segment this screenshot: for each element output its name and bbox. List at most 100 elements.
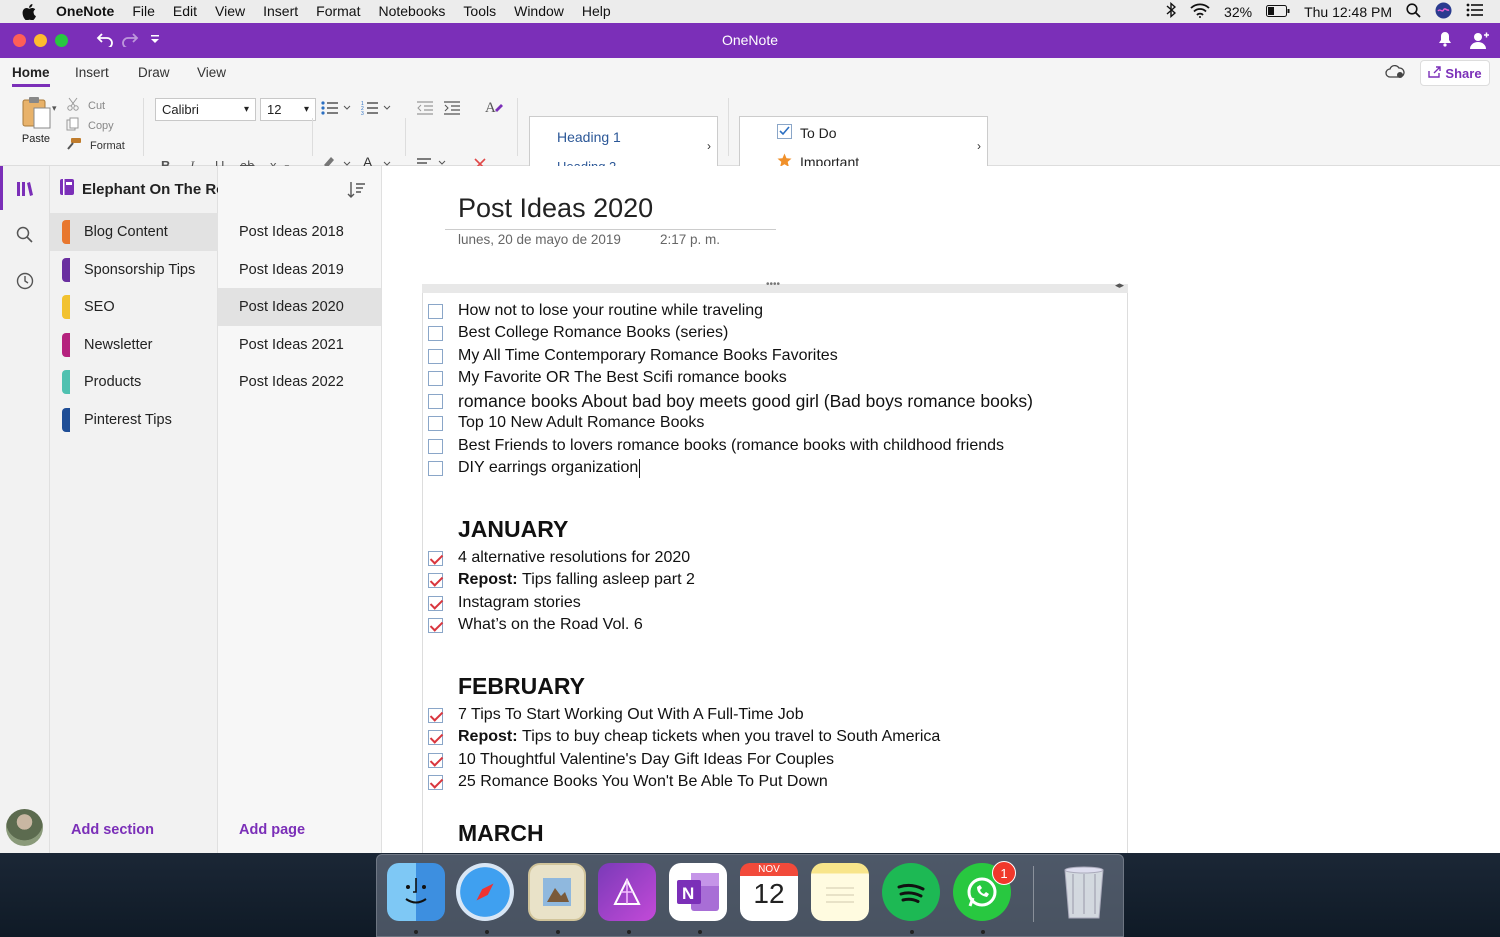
todo-text[interactable]: DIY earrings organization: [458, 459, 638, 477]
todo-checkbox-checked[interactable]: [428, 729, 443, 745]
todo-checkbox-checked[interactable]: [428, 707, 443, 723]
month-heading-march[interactable]: MARCH: [458, 820, 544, 847]
section-blog-content[interactable]: Blog Content: [50, 213, 218, 251]
trash-icon[interactable]: [1055, 863, 1113, 921]
sort-pages-icon[interactable]: [346, 180, 366, 205]
tab-draw[interactable]: Draw: [138, 65, 170, 80]
section-newsletter[interactable]: Newsletter: [50, 326, 218, 364]
onenote-icon[interactable]: N: [669, 863, 727, 921]
add-section-button[interactable]: Add section: [71, 822, 154, 838]
section-pinterest-tips[interactable]: Pinterest Tips: [50, 401, 218, 439]
todo-text[interactable]: 25 Romance Books You Won't Be Able To Pu…: [458, 773, 828, 791]
section-products[interactable]: Products: [50, 363, 218, 401]
menu-tools[interactable]: Tools: [454, 0, 505, 23]
format-painter-button[interactable]: Format: [66, 137, 125, 154]
todo-text[interactable]: How not to lose your routine while trave…: [458, 302, 763, 320]
notifications-bell-icon[interactable]: [1438, 31, 1452, 52]
menu-insert[interactable]: Insert: [254, 0, 307, 23]
tag-todo[interactable]: To Do: [777, 124, 837, 142]
tags-more-chevron-icon[interactable]: ›: [977, 139, 981, 153]
todo-text[interactable]: Tips to buy cheap tickets when you trave…: [522, 728, 940, 746]
todo-text[interactable]: Tips falling asleep part 2: [522, 571, 695, 589]
page-item[interactable]: Post Ideas 2018: [218, 213, 381, 251]
apple-icon[interactable]: [18, 0, 40, 23]
menu-edit[interactable]: Edit: [164, 0, 206, 23]
todo-checkbox-checked[interactable]: [428, 617, 443, 633]
todo-checkbox-checked[interactable]: [428, 595, 443, 611]
todo-checkbox[interactable]: [428, 303, 443, 319]
safari-icon[interactable]: [456, 863, 514, 921]
todo-text[interactable]: romance books About bad boy meets good g…: [458, 391, 1033, 412]
drag-handle-icon[interactable]: ••••: [766, 279, 780, 290]
todo-checkbox[interactable]: [428, 460, 443, 476]
sync-status-icon[interactable]: [1385, 64, 1405, 84]
todo-checkbox-checked[interactable]: [428, 752, 443, 768]
copy-button[interactable]: Copy: [66, 117, 114, 134]
todo-checkbox-checked[interactable]: [428, 774, 443, 790]
menu-app-name[interactable]: OneNote: [56, 0, 123, 23]
spotlight-search-icon[interactable]: [1406, 2, 1421, 21]
add-page-button[interactable]: Add page: [239, 822, 305, 838]
share-button[interactable]: Share: [1420, 60, 1490, 86]
avatar[interactable]: [6, 809, 43, 846]
todo-text[interactable]: 4 alternative resolutions for 2020: [458, 549, 690, 567]
todo-text[interactable]: Top 10 New Adult Romance Books: [458, 414, 704, 432]
note-container-handle[interactable]: •••• ◂▸: [422, 279, 1128, 293]
todo-checkbox[interactable]: [428, 348, 443, 364]
finder-icon[interactable]: [387, 863, 445, 921]
page-item[interactable]: Post Ideas 2019: [218, 251, 381, 289]
todo-checkbox-checked[interactable]: [428, 572, 443, 588]
month-heading-january[interactable]: JANUARY: [458, 516, 568, 543]
page-item[interactable]: Post Ideas 2021: [218, 326, 381, 364]
tab-insert[interactable]: Insert: [75, 65, 109, 80]
menu-notebooks[interactable]: Notebooks: [369, 0, 454, 23]
calendar-icon[interactable]: NOV 12: [740, 863, 798, 921]
wifi-icon[interactable]: [1190, 3, 1210, 21]
section-seo[interactable]: SEO: [50, 288, 218, 326]
todo-text[interactable]: 7 Tips To Start Working Out With A Full-…: [458, 706, 804, 724]
menu-format[interactable]: Format: [307, 0, 369, 23]
todo-text[interactable]: My Favorite OR The Best Scifi romance bo…: [458, 369, 787, 387]
tab-home[interactable]: Home: [12, 65, 50, 87]
todo-text[interactable]: Best Friends to lovers romance books (ro…: [458, 437, 1004, 455]
menubar-clock[interactable]: Thu 12:48 PM: [1304, 4, 1392, 20]
font-name-dropdown[interactable]: Calibri ▾: [155, 98, 256, 121]
styles-more-chevron-icon[interactable]: ›: [707, 139, 711, 153]
affinity-photo-icon[interactable]: [598, 863, 656, 921]
menu-view[interactable]: View: [206, 0, 254, 23]
search-icon[interactable]: [14, 224, 36, 246]
todo-text[interactable]: Instagram stories: [458, 594, 581, 612]
todo-text[interactable]: 10 Thoughtful Valentine's Day Gift Ideas…: [458, 751, 834, 769]
todo-checkbox[interactable]: [428, 325, 443, 341]
page-item-selected[interactable]: Post Ideas 2020: [218, 288, 381, 326]
notebooks-icon[interactable]: [14, 178, 36, 200]
battery-icon[interactable]: [1266, 4, 1290, 20]
account-icon[interactable]: [1470, 31, 1490, 54]
todo-text[interactable]: Best College Romance Books (series): [458, 324, 728, 342]
tab-view[interactable]: View: [197, 65, 226, 80]
increase-indent-icon[interactable]: [443, 100, 461, 119]
todo-checkbox-checked[interactable]: [428, 550, 443, 566]
todo-text[interactable]: My All Time Contemporary Romance Books F…: [458, 347, 838, 365]
month-heading-february[interactable]: FEBRUARY: [458, 673, 585, 700]
notes-icon[interactable]: [811, 863, 869, 921]
menu-window[interactable]: Window: [505, 0, 573, 23]
numbering-icon[interactable]: 123: [361, 100, 391, 119]
style-heading-1[interactable]: Heading 1: [557, 129, 621, 145]
decrease-indent-icon[interactable]: [416, 100, 434, 119]
preview-icon[interactable]: [528, 863, 586, 921]
page-title[interactable]: Post Ideas 2020: [458, 193, 653, 224]
page-item[interactable]: Post Ideas 2022: [218, 363, 381, 401]
todo-checkbox[interactable]: [428, 438, 443, 454]
recent-notes-clock-icon[interactable]: [14, 270, 36, 292]
todo-text[interactable]: What’s on the Road Vol. 6: [458, 616, 643, 634]
resize-handle-icon[interactable]: ◂▸: [1115, 280, 1124, 291]
bullets-icon[interactable]: [321, 100, 351, 119]
todo-checkbox[interactable]: [428, 370, 443, 386]
bluetooth-icon[interactable]: [1166, 1, 1177, 21]
todo-checkbox[interactable]: [428, 415, 443, 431]
font-size-dropdown[interactable]: 12 ▾: [260, 98, 316, 121]
menu-file[interactable]: File: [123, 0, 164, 23]
menu-help[interactable]: Help: [573, 0, 620, 23]
paste-options-chevron-icon[interactable]: ▾: [52, 103, 57, 114]
